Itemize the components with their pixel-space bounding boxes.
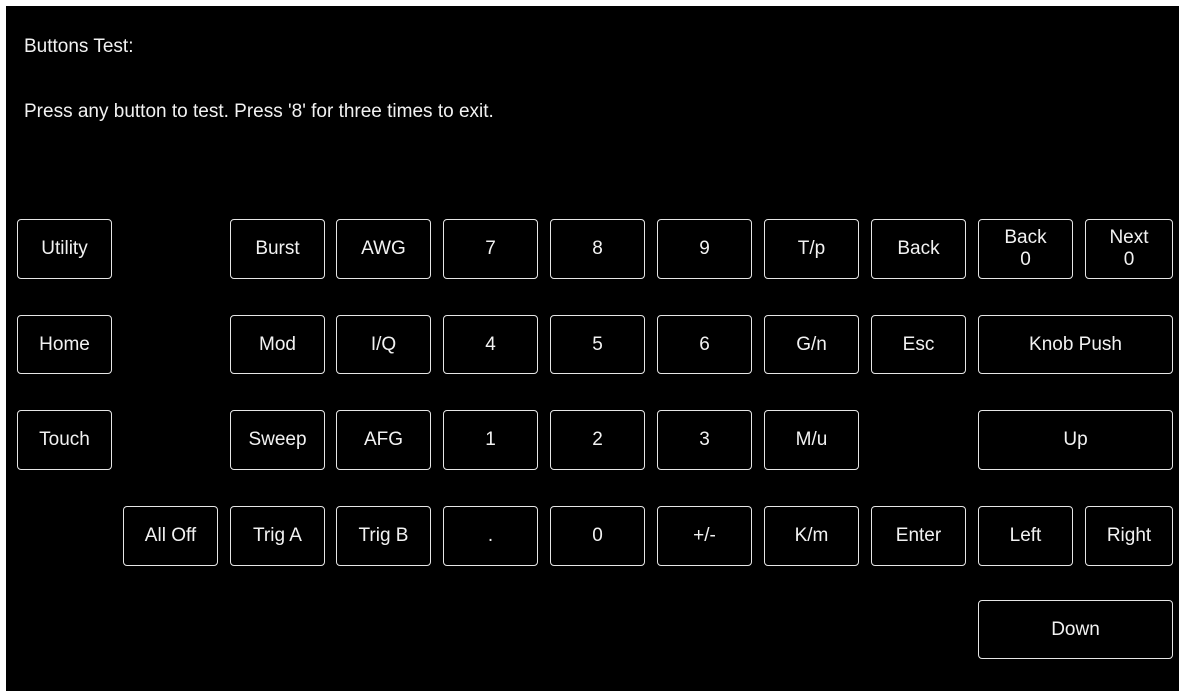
sweep-button[interactable]: Sweep: [230, 410, 325, 470]
km-button[interactable]: K/m: [764, 506, 859, 566]
burst-button[interactable]: Burst: [230, 219, 325, 279]
decimal-point-button[interactable]: .: [443, 506, 538, 566]
digit-1-button[interactable]: 1: [443, 410, 538, 470]
utility-button[interactable]: Utility: [17, 219, 112, 279]
up-button[interactable]: Up: [978, 410, 1173, 470]
trig-a-button[interactable]: Trig A: [230, 506, 325, 566]
digit-5-button[interactable]: 5: [550, 315, 645, 374]
esc-button[interactable]: Esc: [871, 315, 966, 374]
button-test-screen: Buttons Test: Press any button to test. …: [6, 6, 1179, 691]
digit-0-button[interactable]: 0: [550, 506, 645, 566]
digit-3-button[interactable]: 3: [657, 410, 752, 470]
digit-9-button[interactable]: 9: [657, 219, 752, 279]
left-button[interactable]: Left: [978, 506, 1073, 566]
afg-button[interactable]: AFG: [336, 410, 431, 470]
gn-button[interactable]: G/n: [764, 315, 859, 374]
page-title: Buttons Test:: [24, 36, 134, 57]
enter-button[interactable]: Enter: [871, 506, 966, 566]
instructions-text: Press any button to test. Press '8' for …: [24, 101, 494, 122]
iq-button[interactable]: I/Q: [336, 315, 431, 374]
plus-minus-button[interactable]: +/-: [657, 506, 752, 566]
digit-7-button[interactable]: 7: [443, 219, 538, 279]
next-counter-button[interactable]: Next 0: [1085, 219, 1173, 279]
digit-8-button[interactable]: 8: [550, 219, 645, 279]
mu-button[interactable]: M/u: [764, 410, 859, 470]
digit-6-button[interactable]: 6: [657, 315, 752, 374]
back-counter-button[interactable]: Back 0: [978, 219, 1073, 279]
next-counter-label: Next: [1109, 227, 1149, 248]
tp-button[interactable]: T/p: [764, 219, 859, 279]
down-button[interactable]: Down: [978, 600, 1173, 659]
right-button[interactable]: Right: [1085, 506, 1173, 566]
back-button[interactable]: Back: [871, 219, 966, 279]
home-button[interactable]: Home: [17, 315, 112, 374]
next-counter-value: 0: [1123, 249, 1135, 270]
touch-button[interactable]: Touch: [17, 410, 112, 470]
awg-button[interactable]: AWG: [336, 219, 431, 279]
all-off-button[interactable]: All Off: [123, 506, 218, 566]
knob-push-button[interactable]: Knob Push: [978, 315, 1173, 374]
back-counter-label: Back: [1004, 227, 1047, 248]
mod-button[interactable]: Mod: [230, 315, 325, 374]
trig-b-button[interactable]: Trig B: [336, 506, 431, 566]
digit-2-button[interactable]: 2: [550, 410, 645, 470]
digit-4-button[interactable]: 4: [443, 315, 538, 374]
back-counter-value: 0: [1020, 249, 1031, 270]
